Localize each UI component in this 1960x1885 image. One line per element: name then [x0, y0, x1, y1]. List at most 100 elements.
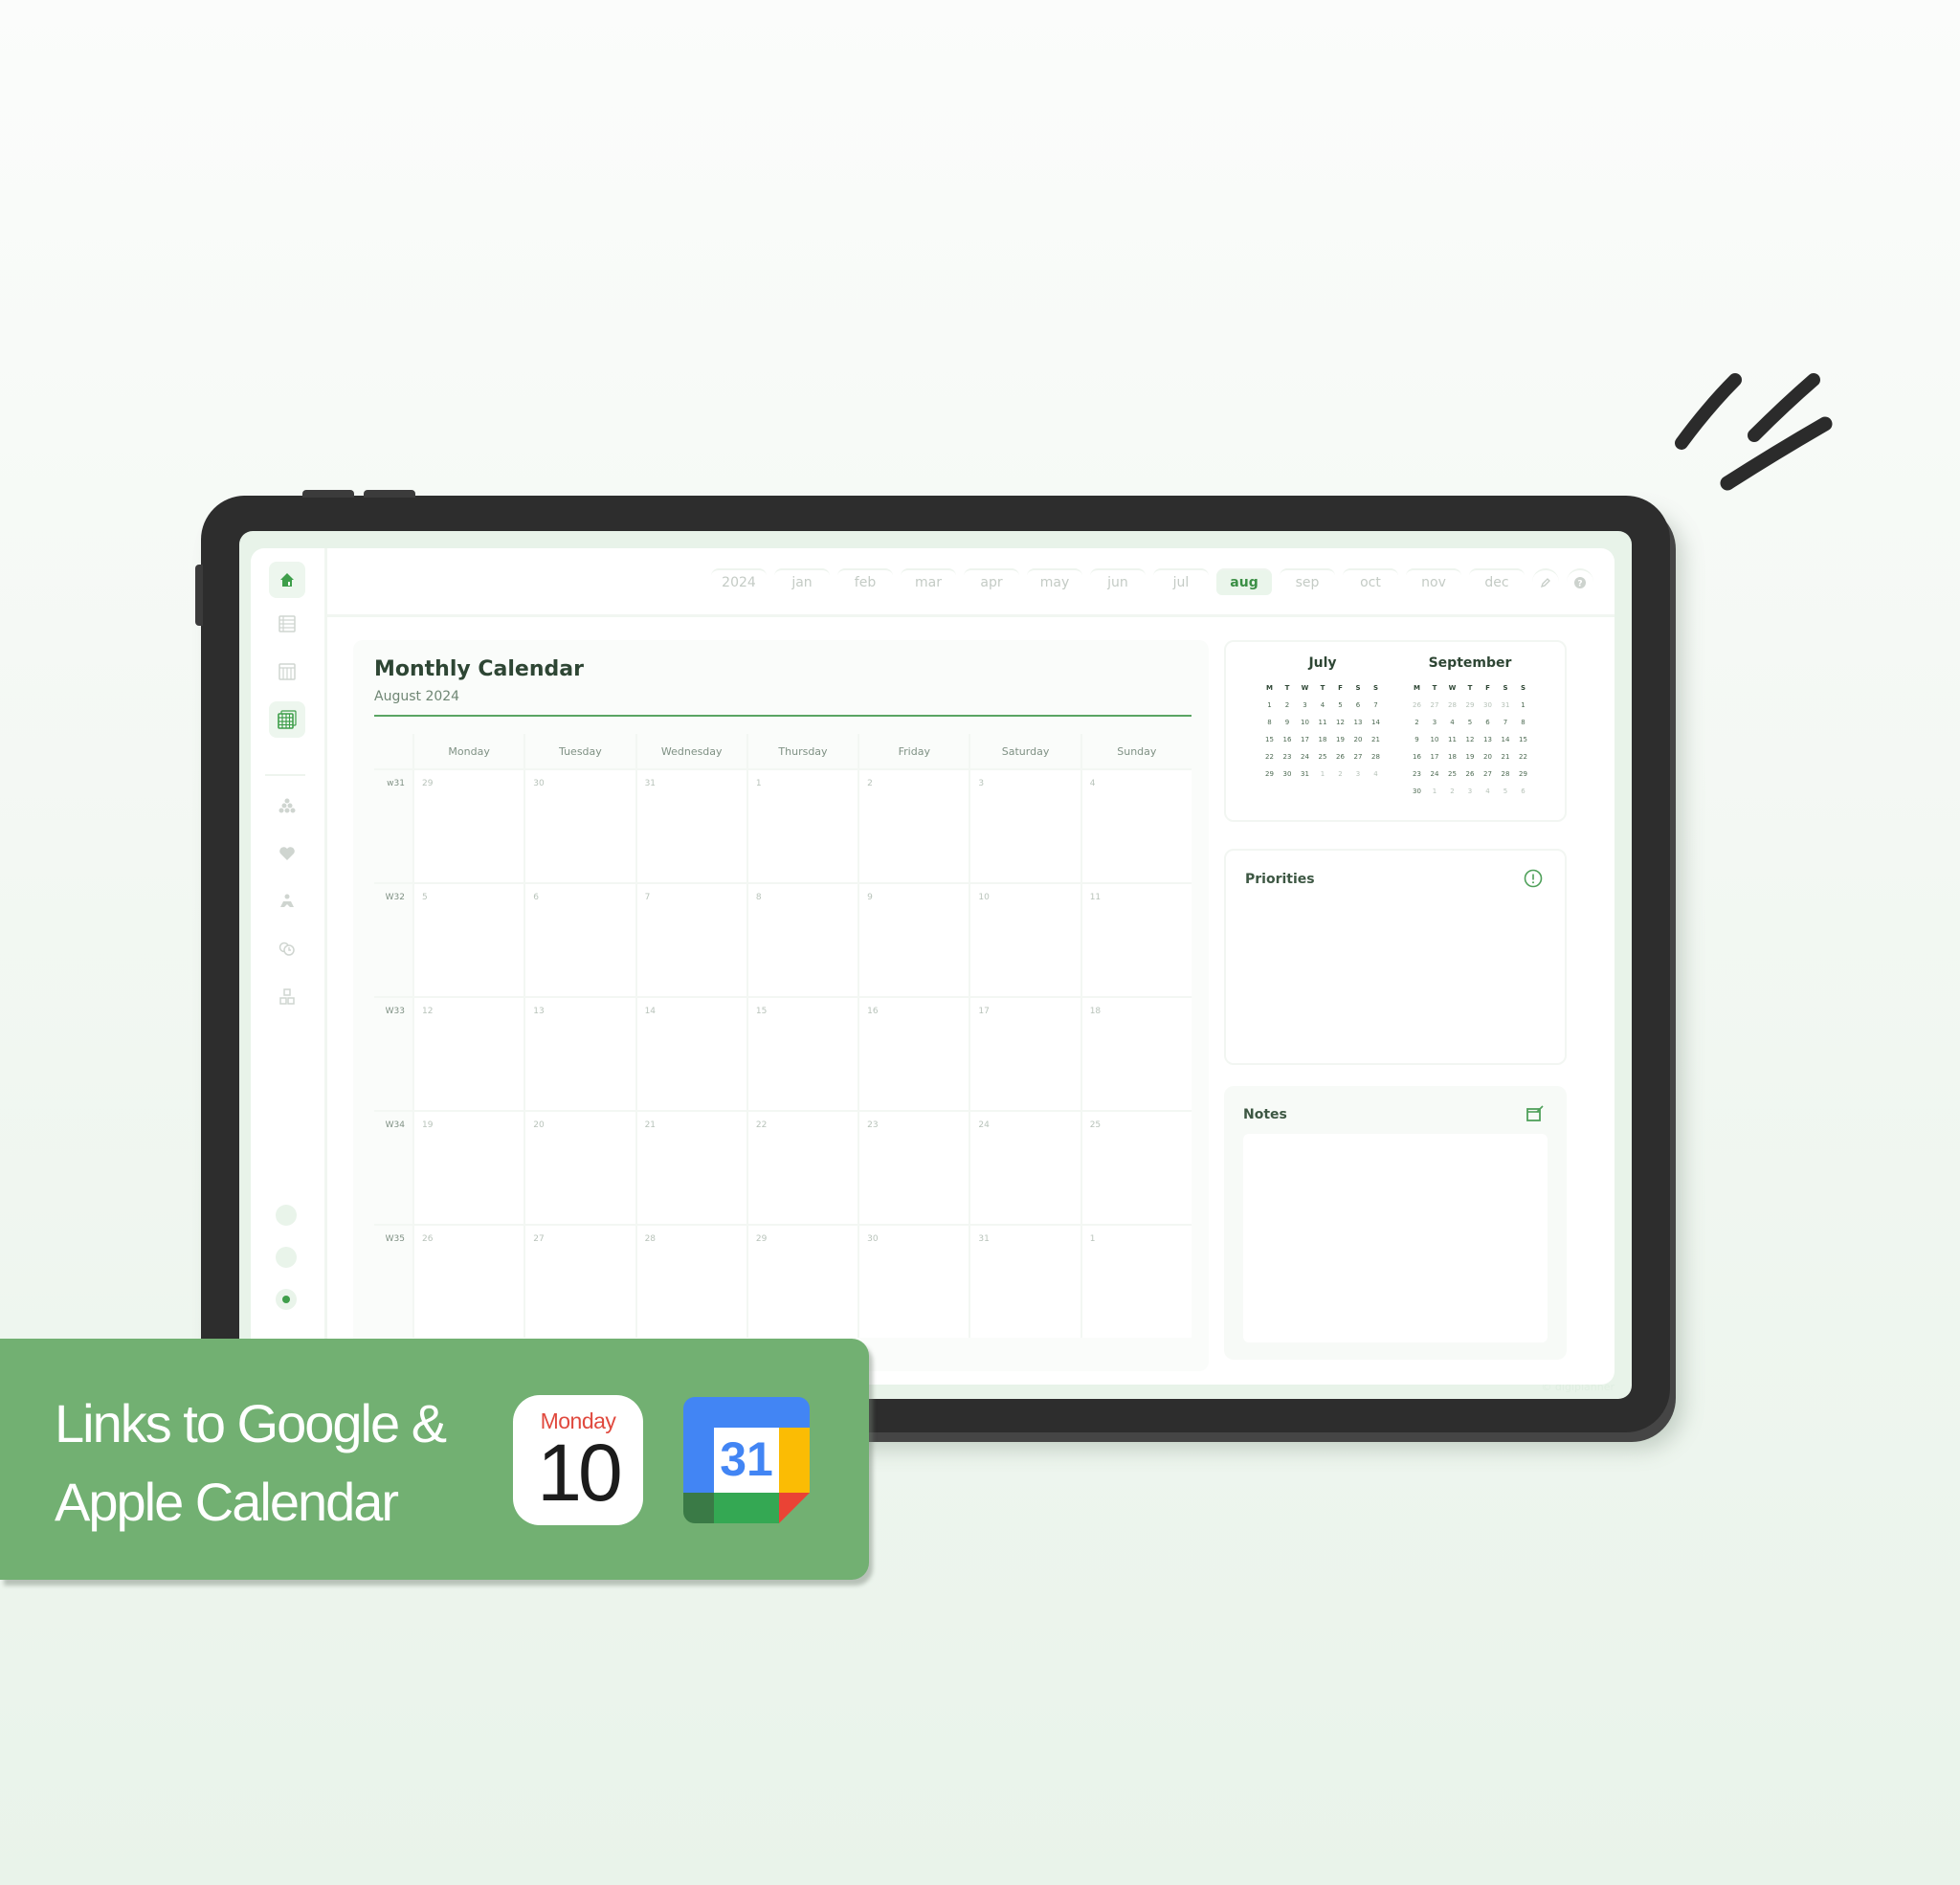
day-cell[interactable]: 29 [747, 1226, 858, 1338]
mini-day[interactable]: 10 [1426, 734, 1444, 745]
mini-day[interactable]: 3 [1296, 699, 1314, 711]
sidebar-dot-2[interactable] [276, 1247, 297, 1268]
mini-day[interactable]: 28 [1497, 768, 1515, 780]
tab-jul[interactable]: jul [1153, 568, 1209, 595]
mini-day[interactable]: 25 [1314, 751, 1332, 763]
mini-day[interactable]: 4 [1479, 786, 1497, 797]
mini-day[interactable]: 21 [1497, 751, 1515, 763]
alert-circle-icon[interactable] [1523, 868, 1544, 889]
mini-day[interactable]: 21 [1367, 734, 1385, 745]
tab-oct[interactable]: oct [1343, 568, 1398, 595]
mini-day[interactable]: 1 [1314, 768, 1332, 780]
sidebar-dot-3-active[interactable] [276, 1289, 297, 1310]
day-cell[interactable]: 25 [1081, 1112, 1192, 1224]
day-cell[interactable]: 20 [525, 1112, 635, 1224]
mini-day[interactable]: 18 [1314, 734, 1332, 745]
day-cell[interactable]: 14 [636, 998, 746, 1110]
mini-day[interactable]: 28 [1367, 751, 1385, 763]
mini-day[interactable]: 14 [1497, 734, 1515, 745]
sidebar-item-yearly[interactable] [269, 606, 305, 642]
mini-day[interactable]: 11 [1443, 734, 1461, 745]
mini-day[interactable]: 4 [1443, 717, 1461, 728]
mini-day[interactable]: 20 [1479, 751, 1497, 763]
day-cell[interactable]: 31 [970, 1226, 1080, 1338]
mini-day[interactable]: 28 [1443, 699, 1461, 711]
mini-day[interactable]: 26 [1331, 751, 1349, 763]
mini-day[interactable]: 1 [1426, 786, 1444, 797]
day-cell[interactable]: 11 [1081, 884, 1192, 996]
sidebar-item-self-care[interactable] [269, 883, 305, 920]
mini-day[interactable]: 17 [1426, 751, 1444, 763]
mini-day[interactable]: 6 [1479, 717, 1497, 728]
mini-day[interactable]: 30 [1479, 699, 1497, 711]
day-cell[interactable]: 18 [1081, 998, 1192, 1110]
mini-day[interactable]: 30 [1408, 786, 1426, 797]
tab-dec[interactable]: dec [1469, 568, 1525, 595]
mini-day[interactable]: 31 [1296, 768, 1314, 780]
mini-calendar-title[interactable]: September [1398, 655, 1542, 671]
mini-day[interactable]: 3 [1349, 768, 1368, 780]
notes-textarea[interactable] [1243, 1134, 1548, 1342]
mini-day[interactable]: 6 [1514, 786, 1532, 797]
day-cell[interactable]: 10 [970, 884, 1080, 996]
day-cell[interactable]: 21 [636, 1112, 746, 1224]
day-cell[interactable]: 26 [414, 1226, 524, 1338]
day-cell[interactable]: 23 [859, 1112, 969, 1224]
mini-day[interactable]: 16 [1408, 751, 1426, 763]
mini-day[interactable]: 13 [1349, 717, 1368, 728]
day-cell[interactable]: 4 [1081, 770, 1192, 882]
tab-feb[interactable]: feb [837, 568, 893, 595]
tab-mar[interactable]: mar [901, 568, 956, 595]
mini-calendar-title[interactable]: July [1251, 655, 1394, 671]
mini-day[interactable]: 23 [1279, 751, 1297, 763]
day-cell[interactable]: 19 [414, 1112, 524, 1224]
mini-day[interactable]: 7 [1497, 717, 1515, 728]
mini-day[interactable]: 24 [1296, 751, 1314, 763]
sidebar-item-health[interactable] [269, 835, 305, 872]
mini-day[interactable]: 25 [1443, 768, 1461, 780]
tab-jan[interactable]: jan [774, 568, 830, 595]
day-cell[interactable]: 30 [859, 1226, 969, 1338]
day-cell[interactable]: 7 [636, 884, 746, 996]
day-cell[interactable]: 24 [970, 1112, 1080, 1224]
edit-button[interactable] [1532, 568, 1559, 595]
tab-apr[interactable]: apr [964, 568, 1019, 595]
day-cell[interactable]: 1 [1081, 1226, 1192, 1338]
sidebar-item-weekly[interactable] [269, 654, 305, 690]
mini-day[interactable]: 26 [1461, 768, 1480, 780]
mini-day[interactable]: 12 [1331, 717, 1349, 728]
day-cell[interactable]: 17 [970, 998, 1080, 1110]
mini-day[interactable]: 19 [1461, 751, 1480, 763]
mini-day[interactable]: 23 [1408, 768, 1426, 780]
mini-day[interactable]: 19 [1331, 734, 1349, 745]
mini-day[interactable]: 11 [1314, 717, 1332, 728]
mini-day[interactable]: 9 [1279, 717, 1297, 728]
tab-jun[interactable]: jun [1090, 568, 1146, 595]
google-calendar-icon[interactable]: 31 [683, 1397, 810, 1523]
mini-day[interactable]: 5 [1331, 699, 1349, 711]
sidebar-dot-1[interactable] [276, 1205, 297, 1226]
day-cell[interactable]: 27 [525, 1226, 635, 1338]
mini-day[interactable]: 20 [1349, 734, 1368, 745]
mini-day[interactable]: 10 [1296, 717, 1314, 728]
week-number-label[interactable]: W34 [374, 1112, 412, 1224]
mini-day[interactable]: 24 [1426, 768, 1444, 780]
mini-day[interactable]: 16 [1279, 734, 1297, 745]
mini-day[interactable]: 3 [1461, 786, 1480, 797]
day-cell[interactable]: 9 [859, 884, 969, 996]
week-number-label[interactable]: W32 [374, 884, 412, 996]
day-cell[interactable]: 5 [414, 884, 524, 996]
sidebar-item-monthly[interactable] [269, 701, 305, 738]
week-number-label[interactable]: w31 [374, 770, 412, 882]
mini-day[interactable]: 1 [1260, 699, 1279, 711]
day-cell[interactable]: 12 [414, 998, 524, 1110]
day-cell[interactable]: 2 [859, 770, 969, 882]
day-cell[interactable]: 22 [747, 1112, 858, 1224]
mini-day[interactable]: 3 [1426, 717, 1444, 728]
mini-day[interactable]: 29 [1514, 768, 1532, 780]
mini-day[interactable]: 29 [1461, 699, 1480, 711]
sidebar-item-goals[interactable] [269, 787, 305, 824]
tab-sep[interactable]: sep [1280, 568, 1335, 595]
day-cell[interactable]: 3 [970, 770, 1080, 882]
tab-aug[interactable]: aug [1216, 568, 1272, 595]
